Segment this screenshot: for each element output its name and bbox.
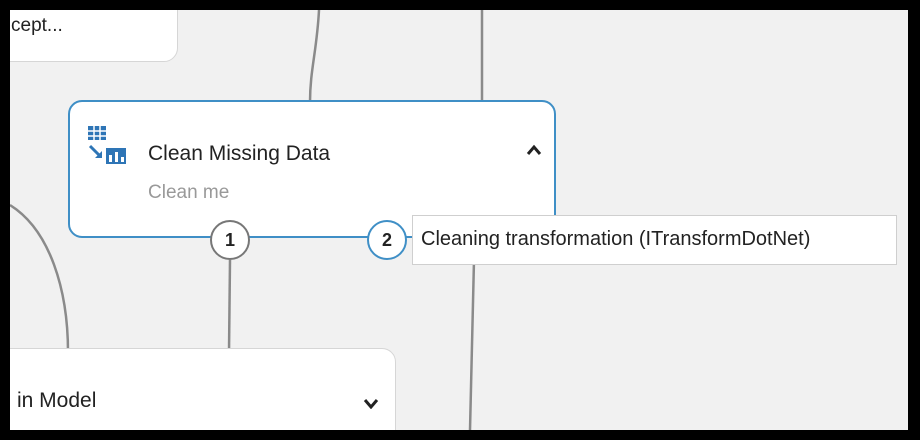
port-tooltip: Cleaning transformation (ITransformDotNe… <box>412 215 897 265</box>
output-port-2[interactable]: 2 <box>367 220 407 260</box>
chevron-up-icon[interactable] <box>526 144 542 156</box>
tooltip-text: Cleaning transformation (ITransformDotNe… <box>421 228 811 250</box>
module-comment: Clean me <box>148 182 230 203</box>
module-node-top[interactable]: cept... <box>10 10 178 62</box>
connector-top-to-clean <box>308 10 321 103</box>
module-title: Clean Missing Data <box>148 142 331 165</box>
chevron-down-icon[interactable] <box>363 397 379 409</box>
port-number: 2 <box>381 229 392 250</box>
experiment-canvas[interactable]: cept... Clean Missing Data Clean me 1 2 … <box>10 10 908 430</box>
port-number: 1 <box>224 229 235 250</box>
connector-left-curve <box>10 203 70 353</box>
table-chart-icon <box>88 126 126 164</box>
output-port-1[interactable]: 1 <box>210 220 250 260</box>
connector-port1-to-model <box>227 259 232 353</box>
connector-vertical-right-lower <box>468 259 476 430</box>
module-title: in Model <box>17 389 97 412</box>
module-node-train-model[interactable]: in Model <box>10 348 396 430</box>
module-label: cept... <box>11 15 63 36</box>
